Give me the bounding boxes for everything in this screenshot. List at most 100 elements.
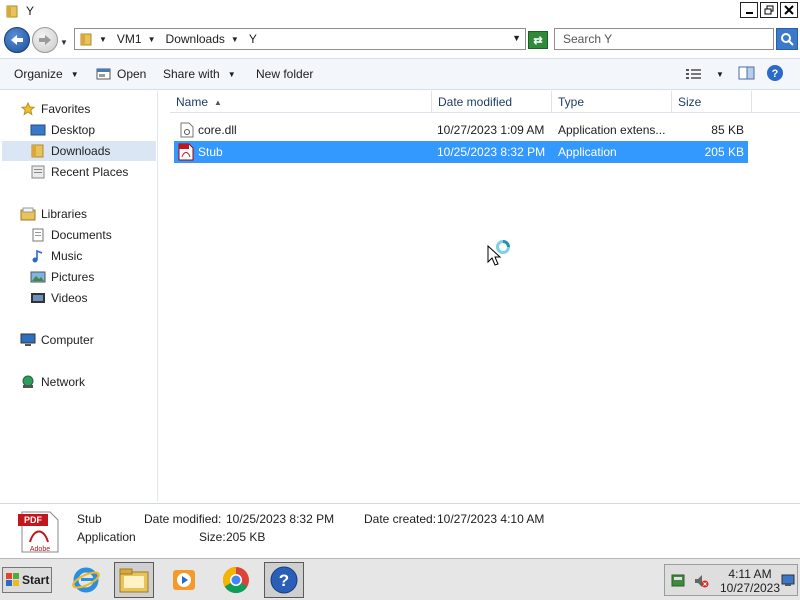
libraries-icon [20,207,36,221]
nav-music[interactable]: Music [30,246,82,266]
details-date-created-label: Date created: [364,512,437,526]
preview-pane-button[interactable] [738,65,756,84]
close-button[interactable] [780,2,798,18]
clock-time: 4:11 AM [728,567,772,581]
search-button[interactable] [776,28,798,50]
share-with-button[interactable]: Share with ▼ [157,63,242,85]
address-bar[interactable]: ▼ VM1 ▼ Downloads ▼ Y ▼ [74,28,526,50]
nav-network[interactable]: Network [20,372,85,392]
breadcrumb-root-arrow[interactable]: ▼ [99,35,111,44]
action-center-icon[interactable] [671,573,687,589]
taskbar-help-and-support[interactable]: ? [264,562,304,598]
nav-pictures[interactable]: Pictures [30,267,94,287]
nav-downloads[interactable]: Downloads [2,141,156,161]
details-type: Application [77,530,136,544]
minimize-icon [745,11,753,14]
desktop-icon [30,123,46,137]
window-controls [740,2,798,18]
taskbar-chrome[interactable] [216,562,256,598]
address-dropdown[interactable]: ▼ [512,33,521,43]
taskbar-file-explorer[interactable] [114,562,154,598]
restore-icon [764,5,774,15]
minimize-button[interactable] [740,2,758,18]
title-bar: Y [0,0,800,22]
column-headers: Name ▲ Date modified Type Size [170,91,800,113]
search-icon [781,33,794,46]
svg-text:?: ? [279,571,289,590]
svg-text:?: ? [772,68,779,80]
forward-button[interactable] [32,27,58,53]
change-view-button[interactable]: ▼ [686,68,724,80]
help-icon: ? [767,64,783,81]
nav-documents[interactable]: Documents [30,225,112,245]
svg-text:Adobe: Adobe [30,546,50,553]
network-icon [20,375,36,389]
breadcrumb-downloads[interactable]: Downloads ▼ [166,32,243,46]
view-details-icon [686,69,701,79]
file-date: 10/27/2023 1:09 AM [437,123,545,137]
show-desktop-icon[interactable] [781,573,795,587]
file-list: Name ▲ Date modified Type Size core.dll 1… [160,91,800,502]
file-name: core.dll [198,123,237,137]
details-name: Stub [77,512,102,526]
help-button[interactable]: ? [766,64,784,85]
volume-muted-icon[interactable] [693,573,709,589]
svg-text:PDF: PDF [24,515,43,525]
nav-libraries[interactable]: Libraries [20,204,87,224]
preview-pane-icon [738,66,755,79]
nav-recent-places[interactable]: Recent Places [30,162,128,182]
details-size-label: Size: [199,530,226,544]
clock-date: 10/27/2023 [719,581,781,595]
folder-icon [6,5,18,17]
pdf-thumbnail-icon: PDF Adobe [18,511,59,553]
column-date-modified[interactable]: Date modified [432,91,552,113]
windows-logo-icon [6,573,19,586]
folder-icon [80,33,92,46]
internet-explorer-icon [72,567,100,593]
command-bar: Organize ▼ Open Share with ▼ New folder ▼ … [0,58,800,90]
taskbar-internet-explorer[interactable] [66,562,106,598]
chevron-down-icon: ▼ [716,69,724,79]
navigation-pane: Favorites Desktop Downloads Recent Place… [0,91,158,502]
restore-button[interactable] [760,2,778,18]
start-button[interactable]: Start [2,567,52,593]
computer-icon [20,333,36,347]
recent-places-icon [30,165,46,179]
open-icon [96,68,111,80]
column-size[interactable]: Size [672,91,752,113]
address-row: ▼ ▼ VM1 ▼ Downloads ▼ Y ▼ ⇄ Search Y [0,22,800,58]
chevron-down-icon: ▼ [227,69,236,79]
system-clock[interactable]: 4:11 AM 10/27/2023 [717,567,783,595]
file-row-core-dll[interactable]: core.dll 10/27/2023 1:09 AM Application … [174,119,748,141]
column-type[interactable]: Type [552,91,672,113]
downloads-folder-icon [30,144,46,158]
breadcrumb-vm1[interactable]: VM1 ▼ [117,32,160,46]
nav-videos[interactable]: Videos [30,288,87,308]
file-name: Stub [198,145,223,159]
file-type: Application [558,145,617,159]
file-row-stub[interactable]: Stub 10/25/2023 8:32 PM Application 205 … [174,141,748,163]
nav-favorites[interactable]: Favorites [20,99,90,119]
nav-computer[interactable]: Computer [20,330,94,350]
busy-cursor-icon [487,240,510,266]
dll-file-icon [180,122,194,138]
window-title: Y [26,4,35,18]
search-input[interactable]: Search Y [554,28,774,50]
nav-desktop[interactable]: Desktop [30,120,95,140]
recent-pages-dropdown[interactable]: ▼ [60,38,68,47]
open-button[interactable]: Open [90,63,152,85]
breadcrumb-y[interactable]: Y [249,32,257,46]
file-date: 10/25/2023 8:32 PM [437,145,546,159]
new-folder-button[interactable]: New folder [250,63,319,85]
back-button[interactable] [4,27,30,53]
arrow-right-icon [39,35,51,45]
close-icon [784,5,794,15]
chevron-down-icon: ▼ [70,69,79,79]
help-icon: ? [270,566,298,594]
chrome-icon [222,566,249,594]
organize-button[interactable]: Organize ▼ [8,63,85,85]
refresh-button[interactable]: ⇄ [528,31,548,49]
refresh-icon: ⇄ [533,34,543,47]
taskbar-media-player[interactable] [164,562,204,598]
column-name[interactable]: Name ▲ [170,91,432,113]
